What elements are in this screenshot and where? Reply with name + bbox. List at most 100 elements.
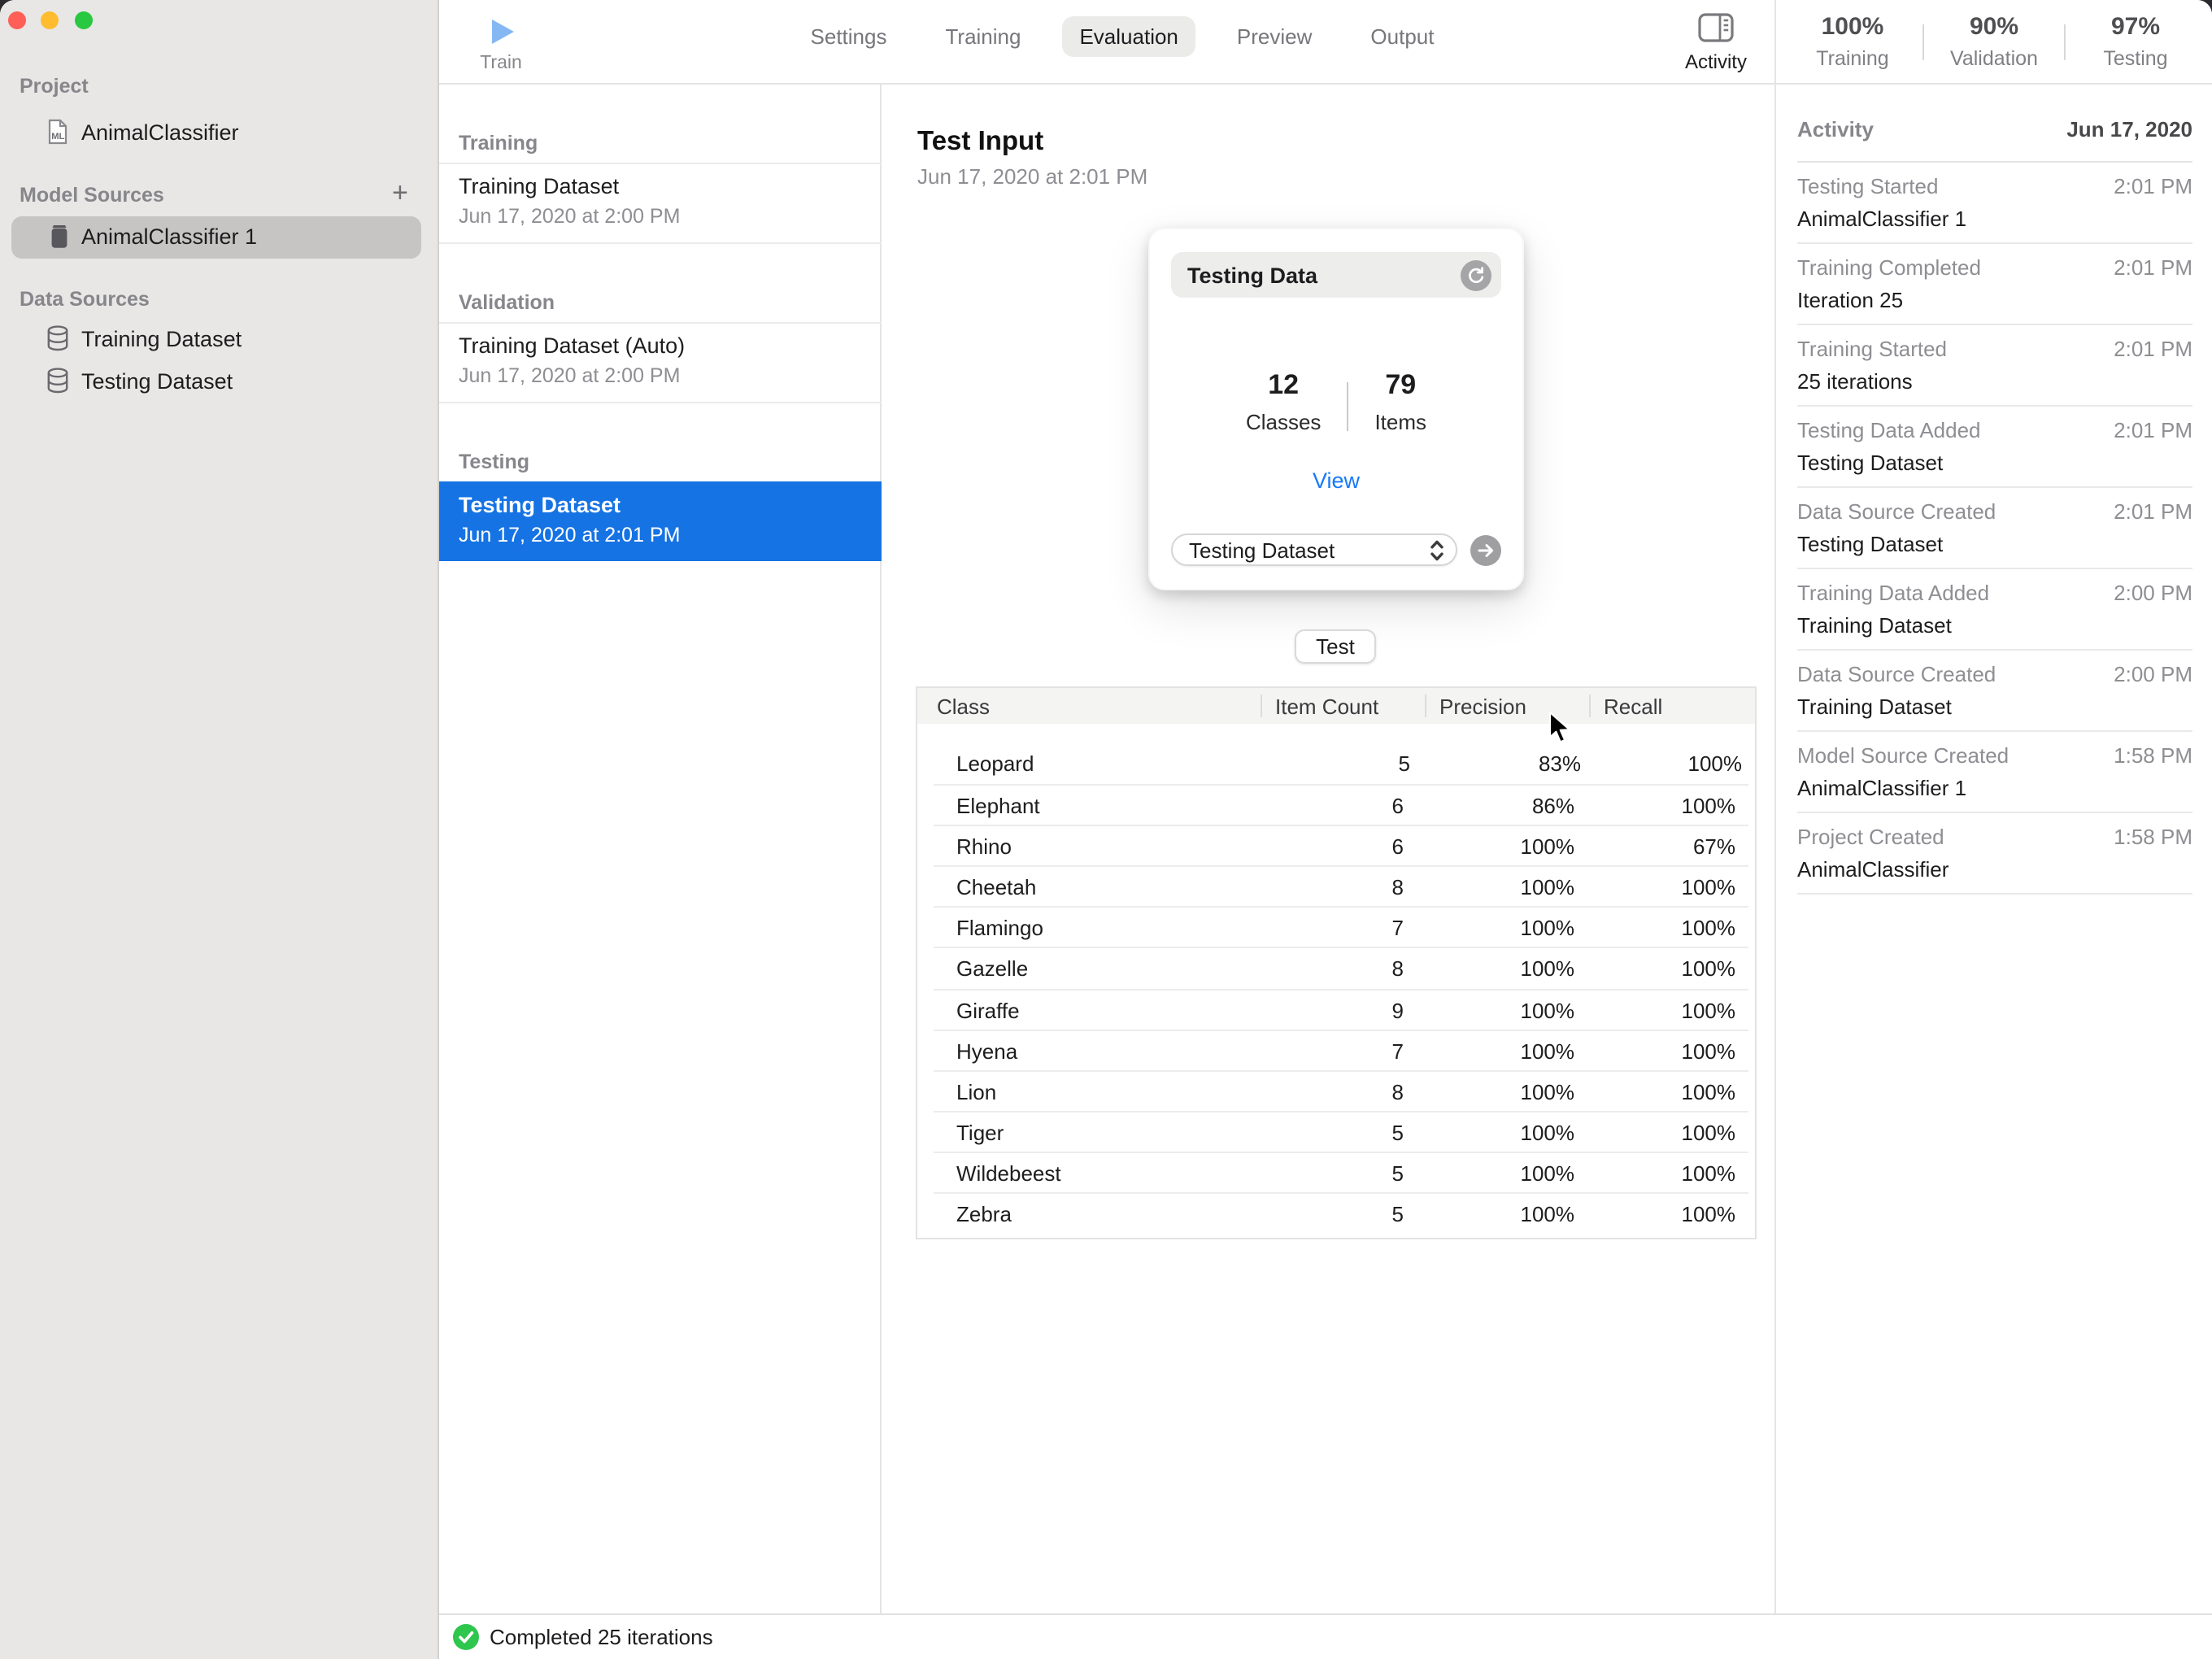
dataset-dropdown[interactable]: Testing Dataset (1171, 533, 1457, 566)
activity-entry: Training Completed 2:01 PM Iteration 25 (1797, 244, 2192, 325)
cell-item-count: 8 (1391, 1079, 1404, 1104)
minimize-button[interactable] (40, 11, 59, 29)
cell-recall: 100% (1681, 794, 1736, 819)
table-row[interactable]: Gazelle 8 100% 100% (934, 947, 1748, 988)
card-stat-label: Items (1374, 410, 1427, 434)
divider (439, 402, 882, 403)
sidebar-item-testing-dataset[interactable]: Testing Dataset (46, 366, 420, 398)
view-link[interactable]: View (1150, 468, 1522, 493)
table-row[interactable]: Elephant 6 86% 100% (934, 784, 1748, 825)
dataset-list: Training Training Dataset Jun 17, 2020 at … (439, 85, 882, 1613)
cell-precision: 100% (1520, 916, 1575, 941)
col-precision[interactable]: Precision (1439, 695, 1526, 719)
cell-recall: 100% (1681, 916, 1736, 941)
activity-entry-subtitle: AnimalClassifier 1 (1797, 207, 1967, 231)
add-model-source-button[interactable]: + (392, 177, 408, 210)
dataset-title: Training Dataset (459, 174, 620, 198)
cell-recall: 100% (1681, 1120, 1736, 1145)
cell-recall: 67% (1692, 834, 1735, 860)
activity-entry-subtitle: AnimalClassifier (1797, 857, 1949, 882)
arrow-right-icon (1478, 543, 1494, 556)
activity-entry-time: 2:00 PM (2114, 581, 2192, 605)
cell-class: Wildebeest (956, 1160, 1061, 1186)
cell-class: Tiger (956, 1120, 1004, 1145)
activity-entry: Data Source Created 2:00 PM Training Datas… (1797, 651, 2192, 732)
train-button-label: Train (480, 54, 522, 73)
table-row[interactable]: Leopard 5 83% 100% (917, 743, 1755, 784)
card-stat-value: 12 (1268, 369, 1300, 400)
database-icon (47, 368, 68, 394)
cell-precision: 86% (1531, 794, 1574, 819)
cell-item-count: 7 (1391, 1039, 1404, 1064)
table-body: Leopard 5 83% 100% Elephant 6 86% 100% Rhino 6 100… (917, 743, 1755, 1233)
activity-entry-top: Model Source Created 1:58 PM (1797, 743, 2192, 768)
dataset-section-validation: Validation Training Dataset (Auto) Jun 17,… (439, 291, 882, 451)
activity-entry-time: 2:01 PM (2114, 337, 2192, 361)
cell-item-count: 5 (1391, 1160, 1404, 1186)
cell-class: Giraffe (956, 998, 1020, 1023)
activity-entry: Training Started 2:01 PM 25 iterations (1797, 325, 2192, 407)
run-test-arrow-button[interactable] (1470, 534, 1501, 565)
col-class[interactable]: Class (937, 695, 990, 719)
activity-entry: Testing Data Added 2:01 PM Testing Dataset (1797, 407, 2192, 488)
metric-label: Testing (2103, 47, 2168, 70)
refresh-button[interactable] (1461, 259, 1491, 290)
activity-entry-top: Testing Data Added 2:01 PM (1797, 418, 2192, 442)
cell-item-count: 8 (1391, 875, 1404, 900)
col-recall[interactable]: Recall (1604, 695, 1662, 719)
activity-entry-time: 2:00 PM (2114, 662, 2192, 686)
card-stats: 12 Classes 79 Items (1150, 369, 1522, 434)
status-bar: Completed 25 iterations (439, 1613, 2212, 1659)
activity-entry-time: 1:58 PM (2114, 825, 2192, 849)
zoom-button[interactable] (74, 11, 94, 29)
tab-output[interactable]: Output (1352, 16, 1452, 57)
results-table: Class Item Count Precision Recall Leopar… (916, 686, 1757, 1239)
table-row[interactable]: Wildebeest 5 100% 100% (934, 1151, 1748, 1192)
col-item-count[interactable]: Item Count (1275, 695, 1378, 719)
table-row[interactable]: Hyena 7 100% 100% (934, 1029, 1748, 1069)
header-divider (1261, 695, 1262, 717)
dataset-row[interactable]: Training Dataset (Auto) Jun 17, 2020 at 2… (439, 291, 882, 451)
dataset-date: Jun 17, 2020 at 2:00 PM (459, 364, 681, 387)
activity-button[interactable]: Activity (1679, 8, 1753, 80)
table-row[interactable]: Cheetah 8 100% 100% (934, 865, 1748, 907)
sidebar-item-project[interactable]: ML AnimalClassifier (46, 117, 420, 150)
cell-class: Gazelle (956, 956, 1029, 982)
cell-item-count: 5 (1391, 1202, 1404, 1227)
close-button[interactable] (7, 11, 27, 29)
sidebar-item-model-source[interactable]: AnimalClassifier 1 (11, 216, 421, 259)
cell-item-count: 5 (1398, 751, 1410, 776)
tab-preview[interactable]: Preview (1219, 16, 1330, 57)
activity-entry-title: Training Started (1797, 337, 1948, 361)
activity-entry-top: Testing Started 2:01 PM (1797, 174, 2192, 198)
activity-header: Activity (1797, 117, 1874, 142)
train-button[interactable]: Train (468, 13, 533, 78)
dataset-row[interactable]: Testing Dataset Jun 17, 2020 at 2:01 PM (439, 451, 882, 610)
tab-training[interactable]: Training (928, 16, 1039, 57)
table-row[interactable]: Flamingo 7 100% 100% (934, 906, 1748, 947)
table-row[interactable]: Giraffe 9 100% 100% (934, 988, 1748, 1029)
table-row[interactable]: Rhino 6 100% 67% (934, 825, 1748, 865)
sidebar-item-training-dataset[interactable]: Training Dataset (46, 324, 420, 356)
table-header: Class Item Count Precision Recall (917, 688, 1755, 724)
table-row[interactable]: Tiger 5 100% 100% (934, 1110, 1748, 1152)
tab-settings[interactable]: Settings (793, 16, 905, 57)
header-divider (1589, 695, 1591, 717)
cell-precision: 100% (1520, 1202, 1575, 1227)
page-date: Jun 17, 2020 at 2:01 PM (917, 164, 1148, 189)
cell-recall: 100% (1681, 875, 1736, 900)
tab-evaluation[interactable]: Evaluation (1061, 16, 1196, 57)
activity-list: Testing Started 2:01 PM AnimalClassifier 1… (1797, 163, 2192, 895)
table-row[interactable]: Lion 8 100% 100% (934, 1069, 1748, 1111)
cell-class: Elephant (956, 794, 1040, 819)
activity-entry-title: Training Data Added (1797, 581, 1990, 605)
test-button[interactable]: Test (1295, 629, 1376, 664)
cell-recall: 100% (1681, 1079, 1736, 1104)
cell-recall: 100% (1681, 1160, 1736, 1186)
cell-precision: 83% (1538, 751, 1581, 776)
dataset-row[interactable]: Training Dataset Jun 17, 2020 at 2:00 PM (439, 132, 882, 291)
activity-entry-title: Data Source Created (1797, 499, 1996, 524)
table-row[interactable]: Zebra 5 100% 100% (934, 1192, 1748, 1233)
data-source-label: Training Dataset (81, 327, 242, 351)
activity-entry-top: Training Completed 2:01 PM (1797, 255, 2192, 280)
